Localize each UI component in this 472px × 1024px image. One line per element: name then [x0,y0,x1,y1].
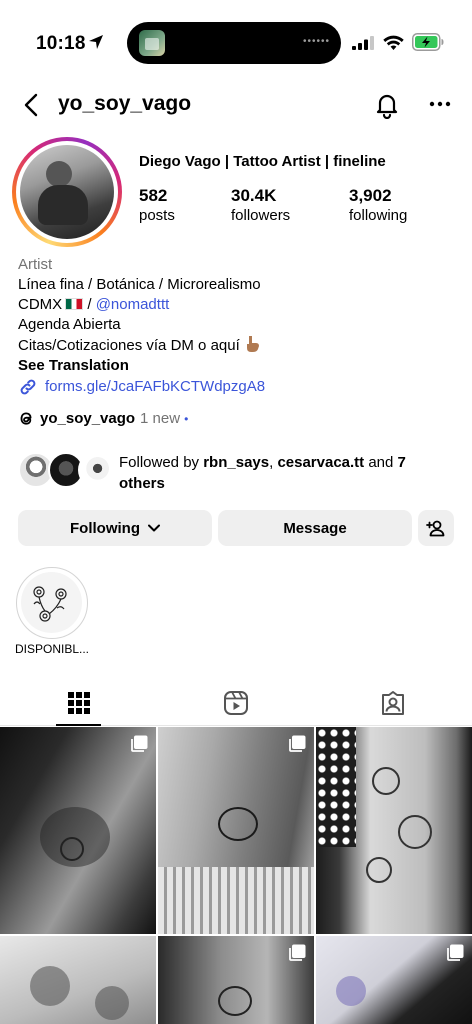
island-dots: •••••• [303,36,331,47]
suggested-users-button[interactable] [418,510,454,546]
threads-username: yo_soy_vago [40,410,136,427]
stat-following-label: following [349,207,408,224]
profile-full-name: Diego Vago | Tattoo Artist | fineline [139,153,386,170]
tab-tagged[interactable] [314,680,471,726]
location-arrow-icon [89,35,103,49]
chevron-down-icon [147,524,160,532]
stat-posts-label: posts [139,207,175,224]
bio-line-1: Línea fina / Botánica / Microrealismo [18,276,261,293]
story-highlight[interactable] [16,567,88,639]
post-thumbnail[interactable] [0,727,156,934]
stat-posts-value: 582 [139,186,168,205]
tab-posts-grid[interactable] [0,680,157,726]
highlight-label: DISPONIBL... [14,642,90,656]
post-thumbnail[interactable] [316,936,472,1024]
chevron-left-icon[interactable] [20,92,44,118]
highlight-cover [21,572,82,633]
post-thumbnail[interactable] [316,727,472,934]
stat-followers-label: followers [231,207,291,224]
carousel-icon [289,735,306,752]
threads-badge[interactable]: yo_soy_vago 1 new • [18,410,188,427]
bio-link-text: forms.gle/JcaFAFbKCTWdpzgA8 [45,378,266,395]
profile-bio: Artist Línea fina / Botánica / Microreal… [18,255,458,397]
bio-line-2: CDMX / @nomadttt [18,295,458,315]
status-time: 10:18 [36,33,86,54]
post-thumbnail[interactable] [158,936,314,1024]
carousel-icon [131,735,148,752]
threads-logo-icon [20,412,32,425]
bio-line-4-text: Citas/Cotizaciones vía DM o aquí [18,337,240,354]
profile-category: Artist [18,256,53,273]
followed-by-text: Followed by rbn_says, cesarvaca.tt and 7… [119,454,406,492]
profile-header: yo_soy_vago [0,84,472,128]
posts-grid [0,727,472,1024]
pointing-down-hand-icon [246,336,259,352]
message-button[interactable]: Message [218,510,412,546]
battery-charging-icon [412,33,444,51]
reels-icon [223,691,248,715]
profile-avatar-story-ring[interactable] [12,137,122,247]
more-horizontal-icon[interactable] [428,94,452,114]
stat-following[interactable]: 3,902 following [349,186,407,226]
island-app-icon [139,30,165,56]
following-button-label: Following [70,519,140,537]
cellular-signal-icon [352,36,374,50]
bell-icon[interactable] [373,91,401,119]
stat-posts[interactable]: 582 posts [139,186,175,226]
bio-line-2-separator: / [87,296,92,313]
post-thumbnail[interactable] [0,936,156,1024]
bio-line-3: Agenda Abierta [18,316,121,333]
carousel-icon [289,944,306,961]
stat-followers-value: 30.4K [231,186,277,205]
mutual-followers[interactable]: Followed by rbn_says, cesarvaca.tt and 7… [18,452,458,492]
stat-followers[interactable]: 30.4K followers [231,186,290,226]
followed-by-user-1: rbn_says [203,454,270,471]
wifi-icon [383,35,404,50]
bio-line-2-prefix: CDMX [18,296,63,313]
threads-new-count: 1 new [140,410,181,427]
bio-external-link[interactable]: forms.gle/JcaFAFbKCTWdpzgA8 [18,377,458,397]
mexico-flag-icon [65,298,84,310]
carousel-icon [447,944,464,961]
tab-reels[interactable] [157,680,314,726]
active-tab-indicator [56,724,101,726]
grid-icon [67,692,90,714]
dynamic-island[interactable]: •••••• [127,22,341,64]
mutual-follower-avatar [78,452,114,488]
status-bar: 10:18 •••••• [0,0,472,84]
avatar [20,145,114,239]
bio-line-4: Citas/Cotizaciones vía DM o aquí [18,335,458,356]
flower-sketch-icon [33,586,67,622]
see-translation-link[interactable]: See Translation [18,356,458,376]
following-button[interactable]: Following [18,510,212,546]
profile-tabs [0,680,472,726]
link-icon [20,379,36,395]
post-thumbnail[interactable] [158,727,314,934]
tagged-icon [381,691,404,715]
add-user-icon [426,520,445,537]
message-button-label: Message [283,519,347,537]
followed-by-user-2: cesarvaca.tt [277,454,365,471]
stat-following-value: 3,902 [349,186,392,205]
bio-mention-link[interactable]: @nomadttt [96,296,170,313]
threads-new-dot: • [184,411,189,426]
profile-username: yo_soy_vago [58,92,192,115]
